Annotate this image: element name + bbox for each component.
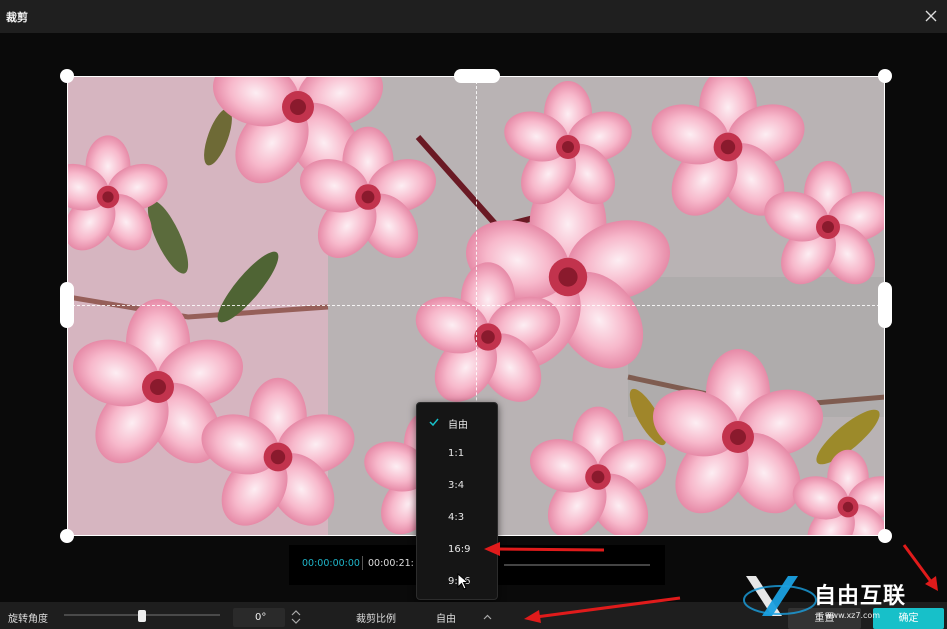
watermark-logo-icon <box>743 576 817 616</box>
ratio-option-free[interactable]: 自由 <box>417 409 497 435</box>
crop-ratio-menu: 自由 1:1 3:4 4:3 16:9 9:16 <box>416 402 498 600</box>
rotation-angle-input[interactable]: 0° <box>233 608 285 627</box>
crop-handle-bottom-left[interactable] <box>60 529 74 543</box>
crop-handle-top-left[interactable] <box>60 69 74 83</box>
crop-handle-left[interactable] <box>60 282 74 328</box>
angle-stepper-icon[interactable] <box>289 607 303 627</box>
crop-ratio-select[interactable]: 自由 <box>436 610 456 625</box>
title-bar: 裁剪 <box>0 0 947 33</box>
time-separator <box>362 556 363 570</box>
rotation-label: 旋转角度 <box>8 614 48 625</box>
chevron-up-icon[interactable] <box>483 614 492 620</box>
mouse-cursor-icon <box>457 573 470 590</box>
crop-guide-horizontal <box>67 305 885 306</box>
ratio-option-1-1[interactable]: 1:1 <box>417 441 497 467</box>
crop-handle-top[interactable] <box>454 69 500 83</box>
current-time: 00:00:00:00 <box>302 558 360 569</box>
crop-handle-right[interactable] <box>878 282 892 328</box>
watermark-url: www.xz7.com <box>825 611 881 620</box>
watermark-text: 自由互联 <box>814 584 907 609</box>
site-watermark: 自由互联 www.xz7.com <box>742 566 942 626</box>
ratio-option-4-3[interactable]: 4:3 <box>417 505 497 531</box>
checkmark-icon <box>429 418 439 427</box>
close-icon[interactable] <box>921 6 941 26</box>
total-time: 00:00:21: <box>368 558 414 569</box>
window-title: 裁剪 <box>6 11 28 24</box>
ratio-option-16-9[interactable]: 16:9 <box>417 537 497 563</box>
crop-ratio-label: 裁剪比例 <box>356 614 396 625</box>
crop-handle-top-right[interactable] <box>878 69 892 83</box>
ratio-option-3-4[interactable]: 3:4 <box>417 473 497 499</box>
timeline-track[interactable] <box>504 564 650 566</box>
rotation-slider-thumb[interactable] <box>138 610 146 622</box>
crop-handle-bottom-right[interactable] <box>878 529 892 543</box>
